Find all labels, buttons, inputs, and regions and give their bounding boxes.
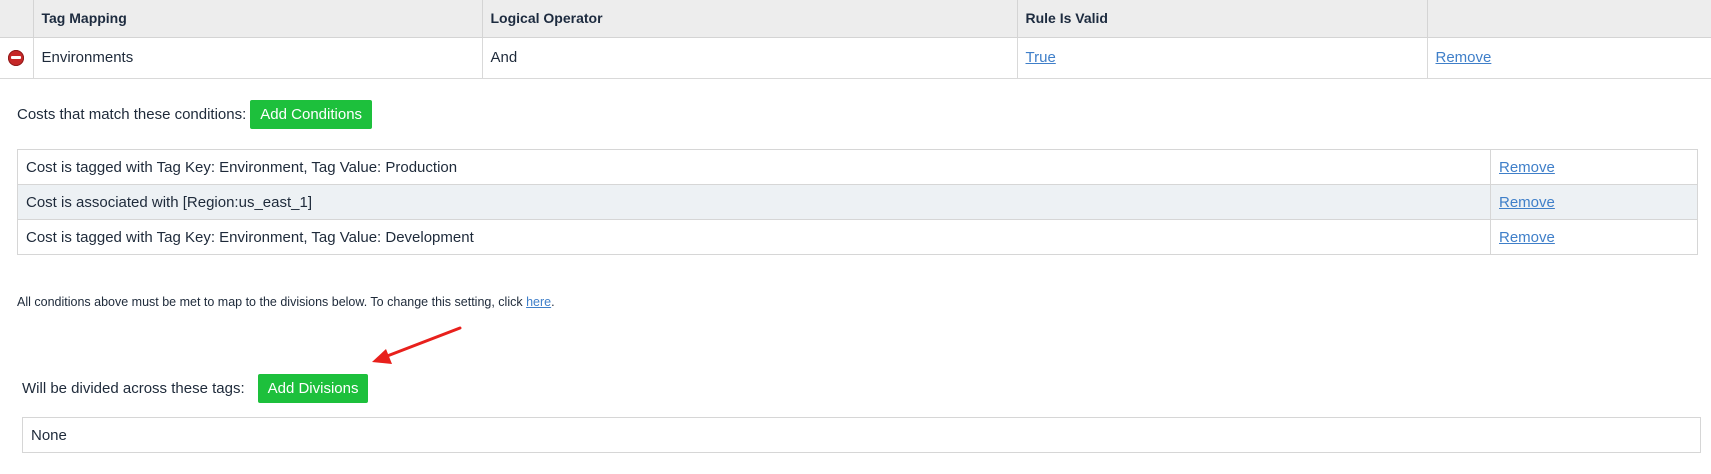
divisions-header: Will be divided across these tags: Add D… <box>22 374 369 403</box>
rule-is-valid-link[interactable]: True <box>1026 49 1056 66</box>
tag-mapping-rule-editor: Tag Mapping Logical Operator Rule Is Val… <box>0 0 1711 474</box>
condition-row: Cost is tagged with Tag Key: Environment… <box>17 149 1698 185</box>
condition-remove-cell: Remove <box>1490 219 1698 255</box>
header-actions <box>1427 0 1711 38</box>
condition-row: Cost is tagged with Tag Key: Environment… <box>17 219 1698 255</box>
rule-valid-cell: True <box>1017 37 1428 79</box>
divisions-value: None <box>31 426 67 444</box>
condition-row: Cost is associated with [Region:us_east_… <box>17 184 1698 220</box>
header-icon-spacer <box>0 0 34 38</box>
conditions-table: Cost is tagged with Tag Key: Environment… <box>17 149 1698 255</box>
header-tag-mapping: Tag Mapping <box>33 0 483 38</box>
condition-remove-cell: Remove <box>1490 149 1698 185</box>
rule-actions-cell: Remove <box>1427 37 1711 79</box>
condition-remove-link[interactable]: Remove <box>1499 229 1555 246</box>
condition-remove-cell: Remove <box>1490 184 1698 220</box>
note-text: All conditions above must be met to map … <box>17 295 527 309</box>
condition-text: Cost is associated with [Region:us_east_… <box>17 184 1491 220</box>
remove-circle-icon[interactable] <box>8 50 25 67</box>
rule-remove-cell <box>0 37 34 79</box>
annotation-arrow-icon <box>372 326 462 364</box>
divisions-label: Will be divided across these tags: <box>22 380 245 397</box>
add-conditions-button[interactable]: Add Conditions <box>250 100 373 129</box>
note-here-link[interactable]: here <box>526 295 551 309</box>
condition-text: Cost is tagged with Tag Key: Environment… <box>17 219 1491 255</box>
condition-text: Cost is tagged with Tag Key: Environment… <box>17 149 1491 185</box>
header-logical-operator: Logical Operator <box>482 0 1018 38</box>
divisions-list: None <box>22 417 1701 453</box>
rules-table-header: Tag Mapping Logical Operator Rule Is Val… <box>0 0 1711 38</box>
conditions-header: Costs that match these conditions: Add C… <box>17 100 373 129</box>
condition-remove-link[interactable]: Remove <box>1499 159 1555 176</box>
condition-remove-link[interactable]: Remove <box>1499 194 1555 211</box>
conditions-note: All conditions above must be met to map … <box>17 295 555 309</box>
rule-tag-mapping: Environments <box>33 37 483 79</box>
rule-logical-operator: And <box>482 37 1018 79</box>
add-divisions-button[interactable]: Add Divisions <box>257 374 369 403</box>
rule-remove-link[interactable]: Remove <box>1436 49 1492 66</box>
note-suffix: . <box>551 295 555 309</box>
rules-table: Tag Mapping Logical Operator Rule Is Val… <box>0 0 1711 79</box>
header-rule-is-valid: Rule Is Valid <box>1017 0 1428 38</box>
rule-row: Environments And True Remove <box>0 37 1711 79</box>
conditions-label: Costs that match these conditions: <box>17 106 247 123</box>
